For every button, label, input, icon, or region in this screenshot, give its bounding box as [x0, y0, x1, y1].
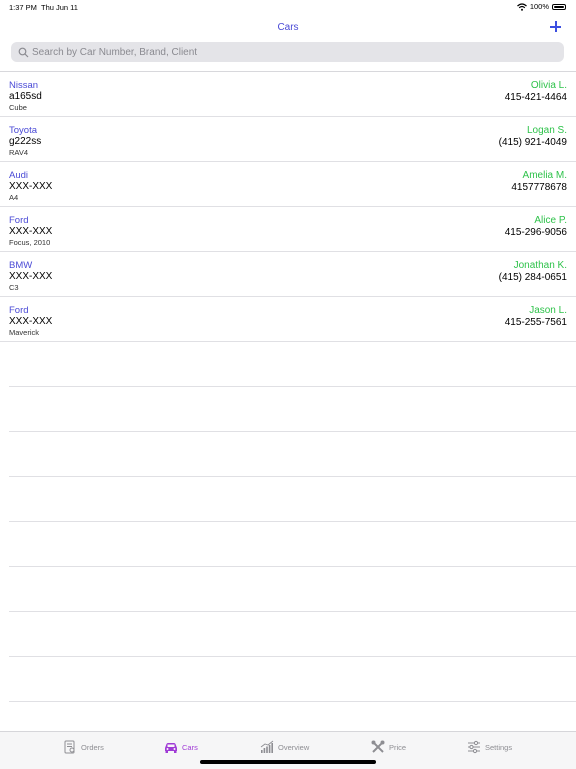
tab-settings[interactable]: Settings [467, 738, 512, 756]
car-row[interactable]: Ford XXX-XXX Focus, 2010 Alice P. 415-296-90… [0, 207, 576, 252]
car-model: C3 [9, 283, 19, 292]
page-title: Cars [277, 22, 299, 33]
car-model: Cube [9, 103, 27, 112]
orders-icon [64, 740, 75, 754]
car-model: RAV4 [9, 148, 29, 157]
status-bar: 1:37 PM Thu Jun 11 100% [0, 0, 576, 14]
tab-label: Price [389, 742, 407, 752]
car-brand: Toyota [9, 125, 37, 136]
tab-label: Settings [485, 742, 513, 752]
car-brand: Ford [9, 305, 29, 316]
search-bar[interactable] [11, 42, 564, 62]
client-phone: 415-255-7561 [504, 317, 567, 328]
tab-label: Overview [278, 742, 310, 752]
client-name: Alice P. [534, 215, 567, 226]
tab-label: Cars [182, 742, 198, 752]
car-icon [165, 743, 177, 753]
search-icon [18, 47, 29, 57]
car-brand: Audi [9, 170, 29, 181]
car-plate: XXX-XXX [9, 181, 53, 192]
client-name: Jason L. [529, 305, 567, 316]
car-plate: XXX-XXX [9, 316, 53, 327]
add-car-button[interactable] [548, 17, 564, 35]
tools-icon [371, 740, 385, 753]
client-name: Logan S. [526, 125, 567, 136]
car-plate: a165sd [9, 91, 42, 102]
empty-row-divider [9, 566, 576, 567]
client-phone: 415-421-4464 [504, 92, 567, 103]
car-brand: Nissan [9, 80, 39, 91]
empty-row-divider [9, 656, 576, 657]
status-indicators: 100% [516, 2, 566, 11]
search-input[interactable] [32, 46, 552, 58]
car-brand: Ford [9, 215, 29, 226]
status-time: 1:37 PM [9, 3, 37, 12]
empty-row-divider [9, 611, 576, 612]
client-phone: (415) 921-4049 [498, 137, 567, 148]
car-row[interactable]: Audi XXX-XXX A4 Amelia M. 4157778678 [0, 162, 576, 207]
car-list: Nissan a165sd Cube Olivia L. 415-421-4464 Toy… [0, 72, 576, 342]
tab-cars[interactable]: Cars [164, 738, 198, 756]
empty-row-divider [9, 521, 576, 522]
tab-label: Orders [81, 742, 104, 752]
sliders-icon [468, 740, 480, 754]
car-model: A4 [9, 193, 19, 202]
chart-icon [260, 740, 274, 753]
client-phone: 4157778678 [511, 182, 567, 193]
car-model: Focus, 2010 [9, 238, 51, 247]
car-row[interactable]: Nissan a165sd Cube Olivia L. 415-421-4464 [0, 72, 576, 117]
car-model: Maverick [9, 328, 40, 337]
home-indicator [200, 760, 376, 764]
battery-percent: 100% [529, 2, 549, 11]
car-row[interactable]: BMW XXX-XXX C3 Jonathan K. (415) 284-0651 [0, 252, 576, 297]
car-plate: g222ss [9, 136, 42, 147]
empty-row-divider [9, 386, 576, 387]
client-phone: 415-296-9056 [504, 227, 567, 238]
client-name: Amelia M. [522, 170, 567, 181]
car-plate: XXX-XXX [9, 226, 53, 237]
tab-overview[interactable]: Overview [260, 738, 309, 756]
car-plate: XXX-XXX [9, 271, 53, 282]
empty-row-divider [9, 431, 576, 432]
car-row[interactable]: Ford XXX-XXX Maverick Jason L. 415-255-7561 [0, 297, 576, 342]
empty-row-divider [9, 701, 576, 702]
car-row[interactable]: Toyota g222ss RAV4 Logan S. (415) 921-4049 [0, 117, 576, 162]
tab-orders[interactable]: Orders [63, 738, 104, 756]
empty-row-divider [9, 476, 576, 477]
status-date: Thu Jun 11 [41, 3, 78, 12]
tab-price[interactable]: Price [371, 738, 406, 756]
client-name: Jonathan K. [513, 260, 567, 271]
client-name: Olivia L. [530, 80, 567, 91]
battery-icon [552, 3, 566, 10]
client-phone: (415) 284-0651 [498, 272, 567, 283]
car-brand: BMW [9, 260, 33, 271]
wifi-icon [516, 2, 527, 11]
